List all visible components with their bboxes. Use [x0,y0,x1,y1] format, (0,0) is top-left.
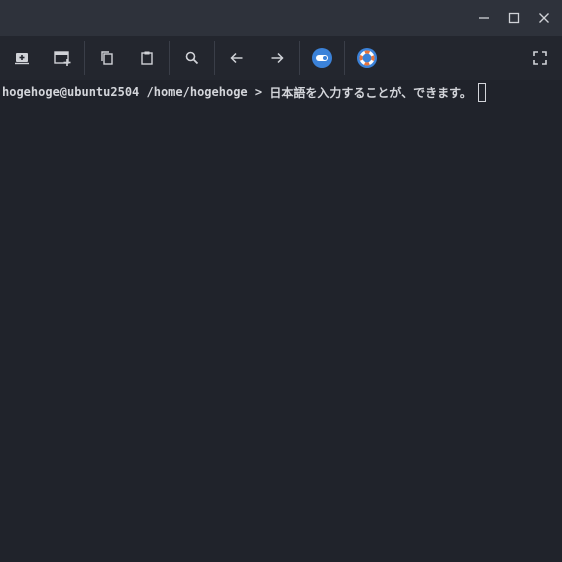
command-input-text: 日本語を入力することが、できます。 [269,85,472,100]
command-line: hogehoge@ubuntu2504 /home/hogehoge > 日本語… [2,82,486,102]
new-tab-button[interactable] [6,42,38,74]
paste-icon [141,51,153,65]
minimize-icon [479,17,489,19]
toolbar-separator [169,41,170,75]
help-button[interactable] [351,42,383,74]
new-window-icon [54,51,71,66]
minimize-button[interactable] [474,8,494,28]
new-window-button[interactable] [46,42,78,74]
search-button[interactable] [176,42,208,74]
back-button[interactable] [221,42,253,74]
toolbar-separator [299,41,300,75]
paste-button[interactable] [131,42,163,74]
forward-button[interactable] [261,42,293,74]
maximize-icon [508,12,520,24]
close-icon [539,13,549,23]
arrow-right-icon [271,52,284,64]
arrow-left-icon [230,52,243,64]
toolbar-separator [214,41,215,75]
toolbar-separator [344,41,345,75]
toolbar [0,36,562,80]
new-tab-icon [15,53,29,65]
toggle-button[interactable] [306,42,338,74]
search-icon [185,51,199,65]
shell-prompt: hogehoge@ubuntu2504 /home/hogehoge > [2,85,270,99]
toolbar-separator [84,41,85,75]
toggle-icon [312,48,332,68]
lifebuoy-icon [357,48,377,68]
terminal-window: hogehoge@ubuntu2504 /home/hogehoge > 日本語… [0,0,562,562]
title-bar[interactable] [0,0,562,36]
fullscreen-button[interactable] [524,42,556,74]
close-button[interactable] [534,8,554,28]
maximize-button[interactable] [504,8,524,28]
text-cursor [477,82,486,102]
copy-button[interactable] [91,42,123,74]
fullscreen-icon [533,51,547,65]
copy-icon [101,51,113,65]
terminal-area[interactable]: hogehoge@ubuntu2504 /home/hogehoge > 日本語… [0,80,562,562]
